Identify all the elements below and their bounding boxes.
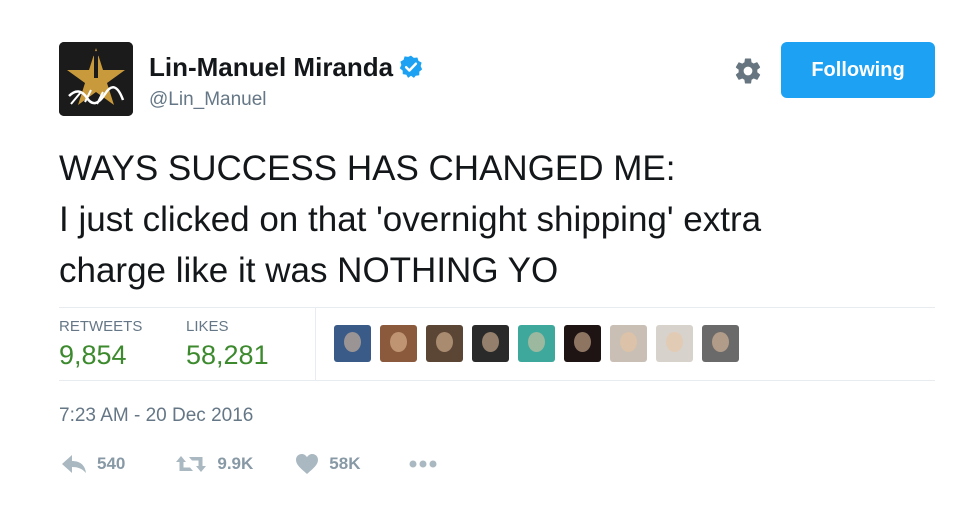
liker-avatars	[334, 325, 739, 362]
hamilton-logo-icon	[59, 42, 133, 116]
like-count: 58K	[329, 454, 361, 473]
tweet-line: charge like it was NOTHING YO	[59, 251, 559, 290]
retweets-value: 9,854	[59, 340, 127, 370]
retweet-icon[interactable]	[175, 453, 207, 475]
retweets-label: RETWEETS	[59, 318, 143, 335]
reply-icon[interactable]	[61, 453, 87, 475]
liker-avatar-icon[interactable]	[656, 325, 693, 362]
verified-badge-icon	[398, 54, 424, 80]
retweets-stat[interactable]: RETWEETS 9,854	[59, 318, 142, 372]
stats-divider-top	[59, 307, 935, 308]
tweet-line: I just clicked on that 'overnight shippi…	[59, 200, 762, 239]
likes-value: 58,281	[186, 340, 269, 370]
profile-name[interactable]: Lin-Manuel Miranda	[149, 50, 393, 84]
liker-avatar-icon[interactable]	[334, 325, 371, 362]
like-action[interactable]: 58K	[295, 453, 360, 475]
likes-stat[interactable]: LIKES 58,281	[186, 318, 269, 372]
liker-avatar-icon[interactable]	[380, 325, 417, 362]
tweet-actions: 540 9.9K 58K	[61, 453, 438, 475]
heart-icon[interactable]	[295, 453, 319, 475]
profile-avatar[interactable]	[59, 42, 133, 116]
liker-avatar-icon[interactable]	[702, 325, 739, 362]
reply-count: 540	[97, 454, 126, 473]
likes-label: LIKES	[186, 318, 229, 335]
liker-avatar-icon[interactable]	[518, 325, 555, 362]
profile-handle[interactable]: @Lin_Manuel	[149, 88, 267, 112]
stats-divider-bottom	[59, 380, 935, 381]
tweet-line: WAYS SUCCESS HAS CHANGED ME:	[59, 149, 676, 188]
tweet-timestamp[interactable]: 7:23 AM - 20 Dec 2016	[59, 404, 253, 428]
retweet-count: 9.9K	[217, 454, 254, 473]
reply-action[interactable]: 540	[61, 453, 125, 475]
liker-avatar-icon[interactable]	[610, 325, 647, 362]
more-dots-icon[interactable]	[408, 459, 438, 469]
tweet-text: WAYS SUCCESS HAS CHANGED ME: I just clic…	[59, 143, 939, 296]
following-button[interactable]: Following	[781, 42, 935, 98]
profile-name-row[interactable]: Lin-Manuel Miranda	[149, 50, 424, 84]
stats-vertical-divider	[315, 308, 316, 380]
settings-gear-icon[interactable]	[733, 56, 763, 86]
liker-avatar-icon[interactable]	[472, 325, 509, 362]
more-action[interactable]	[408, 459, 438, 469]
liker-avatar-icon[interactable]	[426, 325, 463, 362]
liker-avatar-icon[interactable]	[564, 325, 601, 362]
retweet-action[interactable]: 9.9K	[175, 453, 253, 475]
